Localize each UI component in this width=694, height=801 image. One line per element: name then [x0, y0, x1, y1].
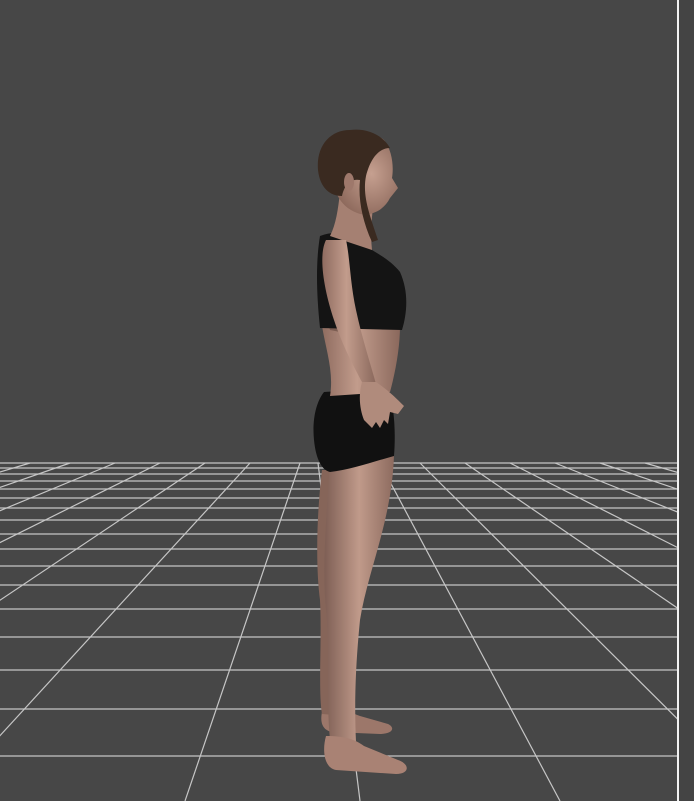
side-panel-edge: [679, 0, 694, 801]
character-figure[interactable]: [313, 129, 407, 774]
ear: [344, 173, 354, 191]
hand: [359, 382, 404, 428]
3d-viewport[interactable]: [0, 0, 694, 801]
right-leg: [324, 455, 394, 742]
right-foot: [324, 736, 407, 774]
viewport-canvas[interactable]: [0, 0, 677, 801]
